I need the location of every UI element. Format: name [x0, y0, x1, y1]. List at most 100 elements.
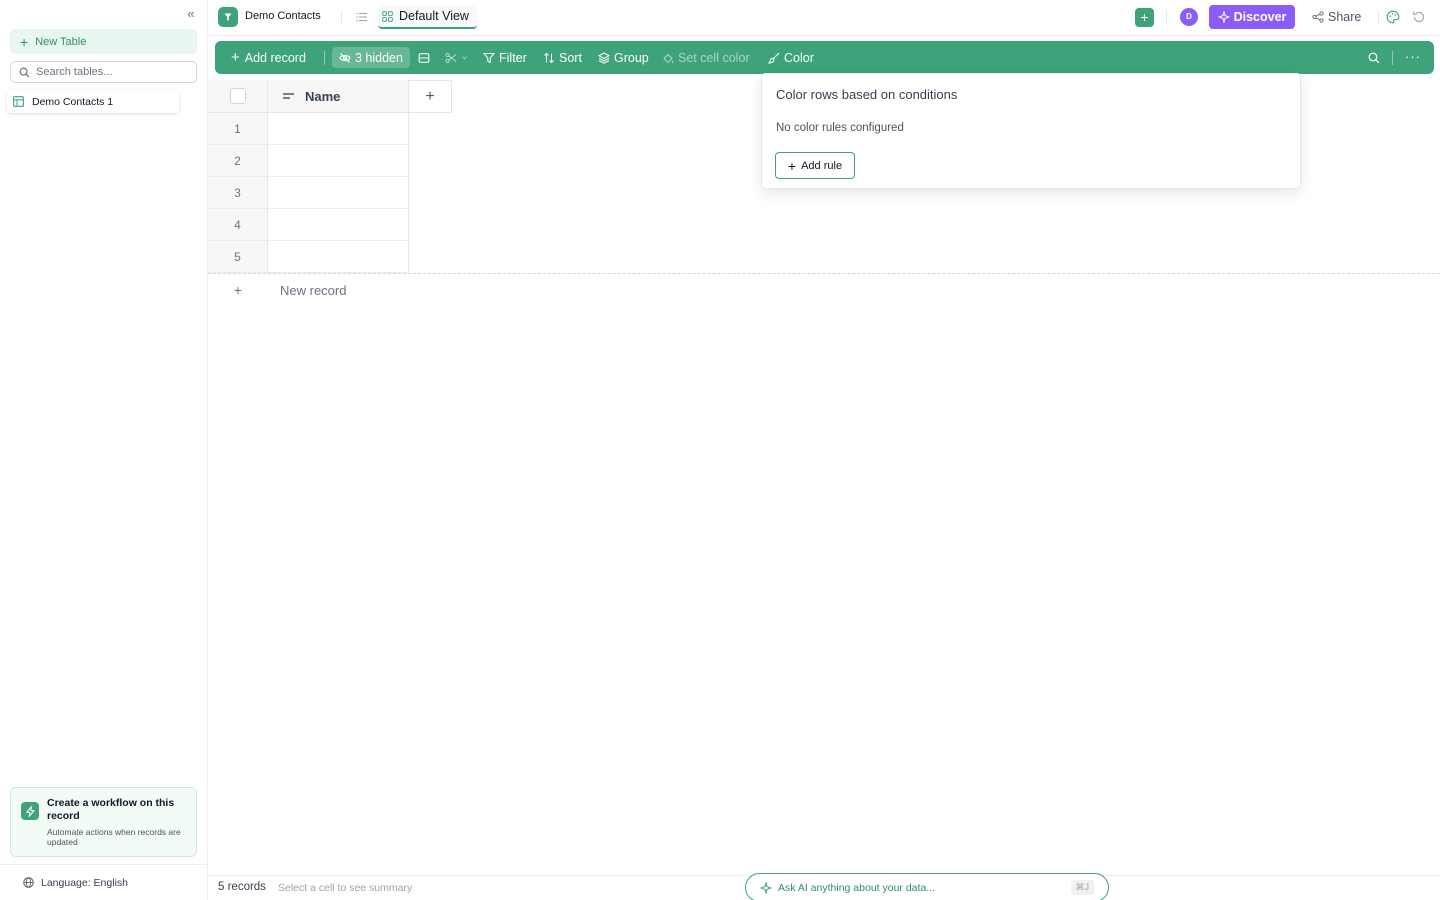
filter-button[interactable]: Filter	[483, 47, 527, 68]
group-button[interactable]: Group	[598, 47, 649, 68]
table-row[interactable]: 1	[208, 113, 409, 145]
search-icon[interactable]	[1368, 52, 1380, 64]
language-selector[interactable]: Language: English	[0, 864, 207, 900]
more-icon[interactable]: ···	[1405, 49, 1421, 64]
add-rule-button[interactable]: + Add rule	[775, 152, 855, 179]
view-toolbar: + Add record 3 hidden Filter Sort Group …	[215, 41, 1434, 74]
chevron-down-icon	[462, 56, 467, 60]
row-height-icon	[418, 52, 430, 63]
share-label: Share	[1328, 10, 1362, 24]
scissors-icon	[445, 52, 457, 63]
new-record-button[interactable]: + New record	[208, 280, 608, 300]
new-table-label: New Table	[35, 35, 87, 48]
row-number: 4	[208, 209, 268, 241]
row-number: 3	[208, 177, 268, 209]
palette-icon[interactable]	[1386, 10, 1400, 24]
filter-icon	[483, 52, 495, 63]
table-row[interactable]: 5	[208, 241, 409, 273]
layers-icon	[598, 51, 610, 64]
table-row[interactable]: 2	[208, 145, 409, 177]
add-record-button[interactable]: + Add record	[231, 47, 306, 68]
sparkle-icon	[760, 881, 772, 894]
cut-dropdown-button[interactable]	[445, 47, 472, 68]
popover-title: Color rows based on conditions	[776, 87, 958, 102]
discover-label: Discover	[1233, 10, 1287, 24]
avatar[interactable]: D	[1180, 8, 1198, 26]
row-number: 1	[208, 113, 268, 145]
row-number: 5	[208, 241, 268, 273]
hidden-fields-label: 3 hidden	[355, 50, 403, 65]
filter-label: Filter	[499, 50, 527, 65]
bolt-icon	[21, 802, 39, 820]
top-bar: Demo Contacts Default View + D Discover …	[208, 0, 1440, 36]
sidebar-item-demo-contacts-1[interactable]: Demo Contacts 1	[7, 90, 179, 113]
plus-icon: +	[425, 87, 435, 105]
sort-button[interactable]: Sort	[543, 47, 582, 68]
list-icon[interactable]	[355, 10, 369, 24]
plus-icon: +	[787, 157, 797, 174]
grid-end-divider	[208, 273, 1440, 274]
share-icon	[1312, 11, 1324, 23]
sort-label: Sort	[559, 50, 582, 65]
grid-view-icon	[382, 10, 393, 22]
search-icon	[19, 67, 30, 78]
tab-default-view[interactable]: Default View	[378, 5, 477, 29]
divider	[1166, 10, 1167, 25]
paint-bucket-icon	[663, 53, 674, 63]
add-rule-label: Add rule	[801, 159, 843, 172]
table-icon	[13, 96, 24, 107]
select-all-checkbox[interactable]	[229, 88, 246, 104]
ask-ai-input[interactable]: Ask AI anything about your data... ⌘J	[745, 873, 1109, 900]
app-logo-icon	[218, 7, 238, 27]
summary-hint: Select a cell to see summary	[278, 882, 413, 894]
color-button[interactable]: Color	[768, 47, 814, 68]
new-record-label: New record	[280, 282, 347, 298]
column-header-name[interactable]: Name	[268, 80, 409, 113]
keyboard-shortcut: ⌘J	[1070, 880, 1094, 895]
search-tables-input[interactable]	[36, 66, 186, 78]
divider	[1392, 51, 1393, 65]
globe-icon	[23, 877, 34, 888]
table-row[interactable]: 3	[208, 177, 409, 209]
add-column-button[interactable]: +	[408, 80, 452, 113]
refresh-icon[interactable]	[1412, 10, 1426, 24]
row-height-button[interactable]	[418, 47, 434, 68]
color-label: Color	[784, 50, 814, 65]
empty-rules-text: No color rules configured	[776, 122, 904, 134]
plus-icon: +	[233, 282, 243, 298]
divider	[341, 10, 342, 25]
name-cell[interactable]	[268, 241, 409, 273]
app-title[interactable]: Demo Contacts	[245, 10, 321, 22]
table-row[interactable]: 4	[208, 209, 409, 241]
text-field-icon	[283, 93, 294, 99]
set-cell-color-button[interactable]: Set cell color	[662, 47, 750, 68]
hidden-fields-button[interactable]: 3 hidden	[332, 47, 410, 68]
language-label: Language: English	[41, 876, 128, 889]
divider	[324, 51, 325, 65]
name-cell[interactable]	[268, 209, 409, 241]
collapse-sidebar-icon[interactable]: «	[184, 7, 198, 21]
new-table-button[interactable]: + New Table	[10, 29, 197, 54]
share-button[interactable]: Share	[1312, 8, 1361, 26]
add-record-label: Add record	[244, 50, 306, 65]
ask-ai-placeholder: Ask AI anything about your data...	[778, 881, 936, 894]
add-button[interactable]: +	[1135, 8, 1154, 27]
sidebar: « + New Table Demo Contacts 1 Create a w…	[0, 0, 208, 900]
plus-icon: +	[231, 49, 240, 66]
eye-off-icon	[339, 52, 351, 63]
name-cell[interactable]	[268, 113, 409, 145]
set-cell-color-label: Set cell color	[678, 50, 750, 65]
workflow-description: Automate actions when records are update…	[47, 827, 181, 847]
workflow-promo-card[interactable]: Create a workflow on this record Automat…	[10, 787, 197, 857]
row-number: 2	[208, 145, 268, 177]
records-count: 5 records	[218, 881, 266, 893]
workflow-title: Create a workflow on this record	[47, 797, 175, 822]
name-cell[interactable]	[268, 177, 409, 209]
name-cell[interactable]	[268, 145, 409, 177]
divider	[1378, 10, 1379, 25]
sort-icon	[544, 52, 554, 63]
sparkle-icon	[1217, 11, 1230, 23]
discover-button[interactable]: Discover	[1209, 5, 1295, 29]
search-tables-field[interactable]	[10, 61, 197, 83]
status-bar: 5 records Select a cell to see summary A…	[208, 873, 1440, 900]
